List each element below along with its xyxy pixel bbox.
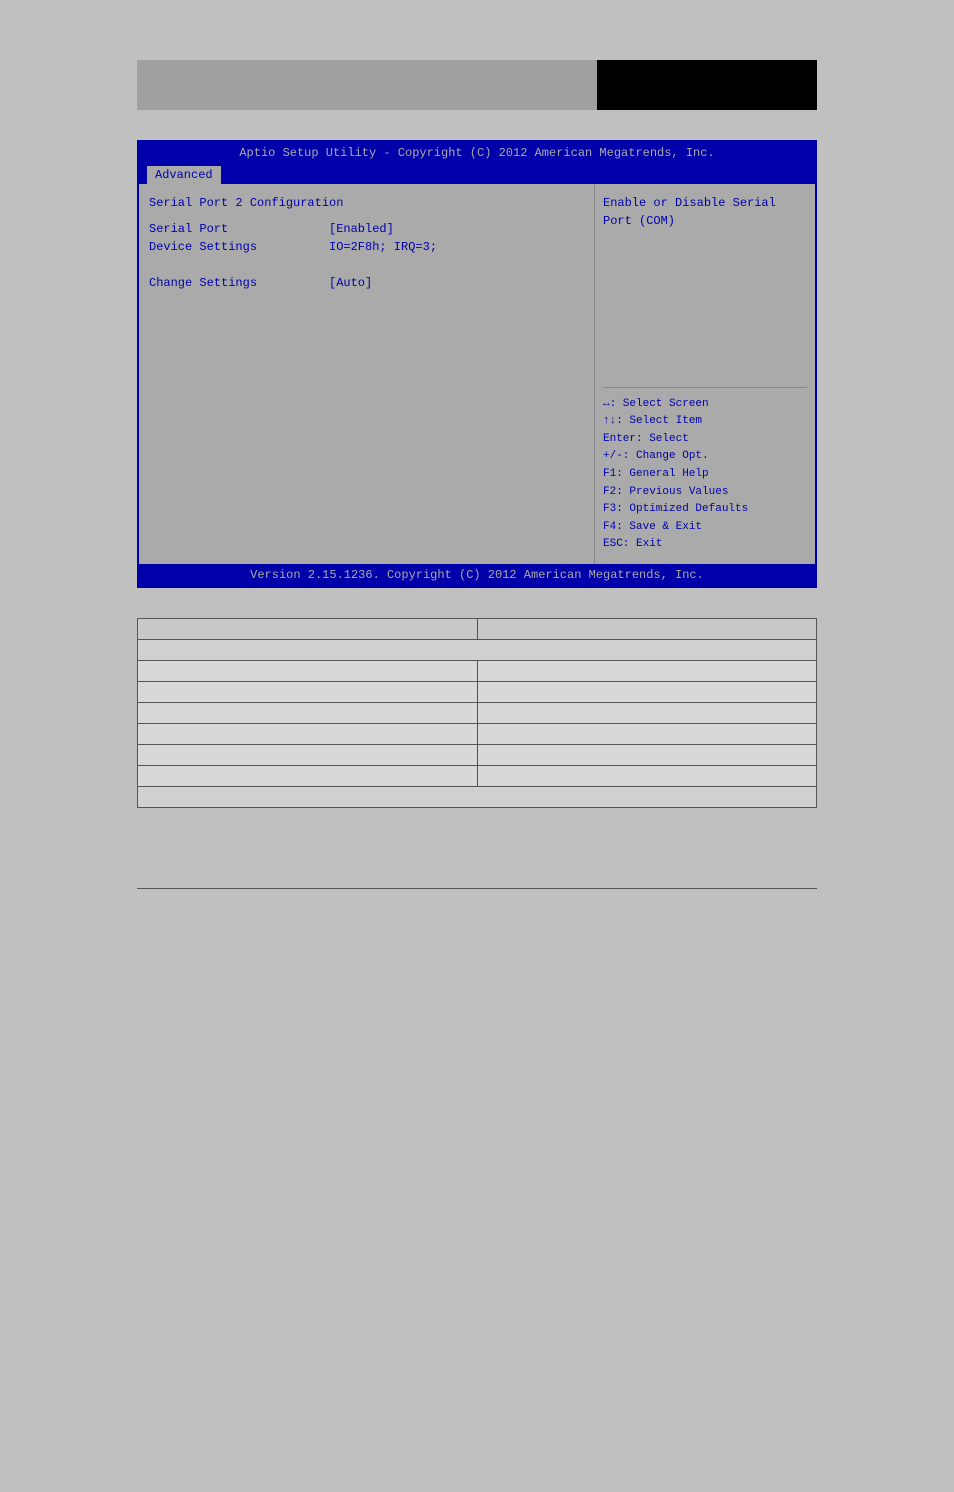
bios-divider [603, 387, 807, 388]
key-f2: F2: Previous Values [603, 484, 807, 502]
lower-table-bottom-row [138, 787, 817, 808]
key-change-opt: +/-: Change Opt. [603, 448, 807, 466]
key-f1: F1: General Help [603, 466, 807, 484]
lower-table-right-4 [477, 724, 817, 745]
lower-table [137, 618, 817, 808]
bios-footer: Version 2.15.1236. Copyright (C) 2012 Am… [139, 564, 815, 586]
section-title: Serial Port 2 Configuration [149, 196, 584, 210]
bios-keys: ↔: Select Screen ↑↓: Select Item Enter: … [603, 396, 807, 554]
lower-table-row-6 [138, 766, 817, 787]
lower-table-row-4 [138, 724, 817, 745]
bios-footer-text: Version 2.15.1236. Copyright (C) 2012 Am… [250, 568, 704, 582]
lower-table-left-2 [138, 682, 478, 703]
lower-table-bottom-cell [138, 787, 817, 808]
lower-table-left-4 [138, 724, 478, 745]
lower-table-wrap [137, 618, 817, 808]
lower-table-row-3 [138, 703, 817, 724]
bios-right-panel: Enable or Disable Serial Port (COM) ↔: S… [595, 184, 815, 564]
top-header-left [137, 60, 597, 110]
label-device-settings: Device Settings [149, 240, 329, 254]
key-f4: F4: Save & Exit [603, 519, 807, 537]
label-serial-port: Serial Port [149, 222, 329, 236]
bios-row-change-settings: Change Settings [Auto] [149, 276, 584, 290]
lower-table-row-1 [138, 661, 817, 682]
key-f3: F3: Optimized Defaults [603, 501, 807, 519]
lower-table-left-3 [138, 703, 478, 724]
bios-help-text: Enable or Disable Serial Port (COM) [603, 194, 807, 379]
bios-title-bar: Aptio Setup Utility - Copyright (C) 2012… [139, 142, 815, 164]
lower-table-right-3 [477, 703, 817, 724]
lower-table-right-1 [477, 661, 817, 682]
lower-table-full-row [138, 640, 817, 661]
bios-row-device-settings: Device Settings IO=2F8h; IRQ=3; [149, 240, 584, 254]
bios-main-content: Serial Port 2 Configuration Serial Port … [139, 184, 815, 564]
lower-table-row-5 [138, 745, 817, 766]
key-esc: ESC: Exit [603, 536, 807, 554]
lower-table-header-left [138, 619, 478, 640]
bios-row-serial-port: Serial Port [Enabled] [149, 222, 584, 236]
bios-row-spacer [149, 258, 584, 272]
lower-table-right-6 [477, 766, 817, 787]
lower-table-row-2 [138, 682, 817, 703]
tab-advanced[interactable]: Advanced [147, 166, 221, 184]
lower-table-header-row [138, 619, 817, 640]
lower-table-header-right [477, 619, 817, 640]
bios-tab-bar: Advanced [139, 164, 815, 184]
lower-table-left-6 [138, 766, 478, 787]
top-header-right [597, 60, 817, 110]
value-serial-port[interactable]: [Enabled] [329, 222, 394, 236]
bios-title-text: Aptio Setup Utility - Copyright (C) 2012… [239, 146, 714, 160]
bios-screen: Aptio Setup Utility - Copyright (C) 2012… [137, 140, 817, 588]
value-device-settings: IO=2F8h; IRQ=3; [329, 240, 437, 254]
key-select-screen: ↔: Select Screen [603, 396, 807, 414]
lower-table-left-1 [138, 661, 478, 682]
lower-table-full-cell [138, 640, 817, 661]
lower-table-right-5 [477, 745, 817, 766]
key-enter-select: Enter: Select [603, 431, 807, 449]
bios-left-panel: Serial Port 2 Configuration Serial Port … [139, 184, 595, 564]
label-change-settings: Change Settings [149, 276, 329, 290]
lower-table-left-5 [138, 745, 478, 766]
value-change-settings[interactable]: [Auto] [329, 276, 372, 290]
bottom-line [137, 888, 817, 889]
lower-table-right-2 [477, 682, 817, 703]
key-select-item: ↑↓: Select Item [603, 413, 807, 431]
top-header [137, 60, 817, 110]
